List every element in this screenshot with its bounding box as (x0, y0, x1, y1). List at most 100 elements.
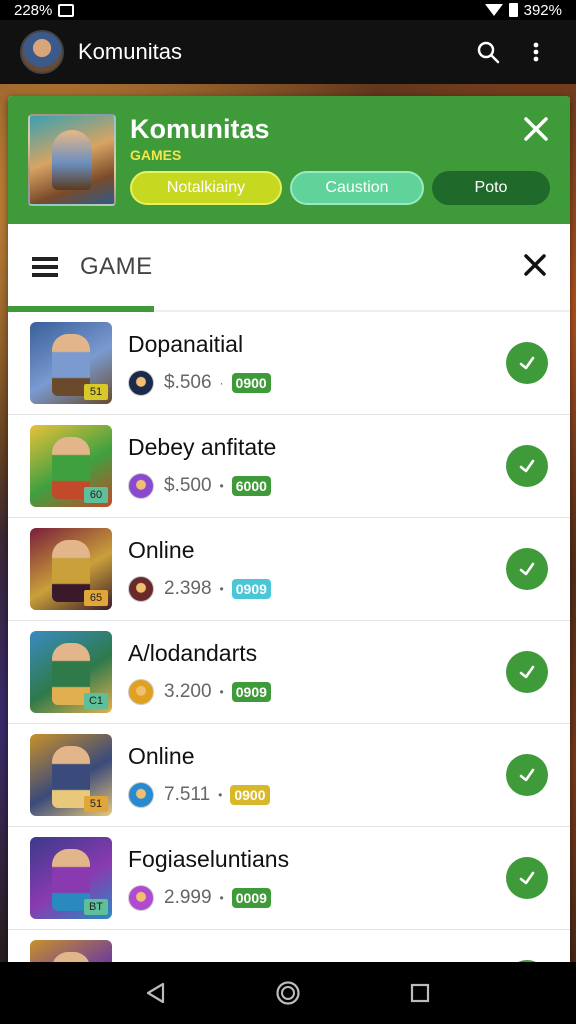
game-thumbnail: BT (30, 837, 112, 919)
meta-separator: • (219, 478, 224, 493)
game-thumbnail: 51 (30, 734, 112, 816)
meta-separator: • (219, 581, 224, 596)
game-price: 2.999 (164, 886, 212, 908)
game-meta: 2.398 • 0909 (128, 575, 506, 602)
recents-icon (410, 983, 430, 1003)
game-row[interactable]: BT Fogiaseluntians 2.999 • 0009 (8, 827, 570, 930)
game-level-badge: 51 (84, 384, 108, 400)
header-info: Komunitas GAMES Notalkiainy Caustion Pot… (130, 114, 550, 205)
home-button[interactable] (268, 973, 308, 1013)
game-info: A/lodandarts 3.200 • 0909 (128, 640, 506, 705)
battery-icon (508, 3, 518, 17)
publisher-avatar-icon (128, 369, 154, 396)
game-row[interactable]: 60 Debey anfitate $.500 • 6000 (8, 415, 570, 518)
game-thumbnail: 60 (30, 425, 112, 507)
game-row[interactable]: 65 Online 2.398 • 0909 (8, 518, 570, 621)
wifi-icon (484, 4, 503, 16)
check-icon (519, 768, 535, 782)
game-tag: 0909 (231, 578, 271, 599)
header-subtitle: GAMES (130, 147, 182, 163)
check-icon (519, 562, 535, 576)
game-meta: 2.999 • 0009 (128, 884, 506, 911)
community-card: Komunitas GAMES Notalkiainy Caustion Pot… (8, 96, 570, 976)
close-icon (524, 254, 546, 276)
game-price: 2.398 (164, 577, 212, 599)
game-tag: 0909 (231, 681, 271, 702)
game-title: Debey anfitate (128, 433, 277, 460)
game-price: 7.511 (164, 783, 211, 805)
battery-text: 392% (523, 1, 562, 19)
sub-close-button[interactable] (524, 250, 546, 284)
status-right: 392% (484, 1, 562, 19)
game-row[interactable]: 51 Online 7.511 • 0900 (8, 724, 570, 827)
game-price: 3.200 (164, 680, 212, 702)
game-list: 51 Dopanaitial $.506 · 0900 60 Debey anfitate $… (8, 312, 570, 976)
meta-separator: • (218, 787, 223, 802)
back-icon (146, 982, 165, 1004)
game-tag: 6000 (231, 475, 271, 496)
game-meta: $.506 · 0900 (128, 369, 506, 396)
select-game-button[interactable] (506, 754, 548, 796)
game-row[interactable]: 51 Dopanaitial $.506 · 0900 (8, 312, 570, 415)
meta-separator: · (219, 375, 224, 390)
game-meta: 7.511 • 0900 (128, 781, 506, 808)
game-title: A/lodandarts (128, 639, 258, 666)
more-button[interactable] (516, 32, 556, 72)
game-title: Dopanaitial (128, 330, 244, 357)
status-left: 228% (14, 1, 75, 19)
publisher-avatar-icon (128, 472, 154, 499)
game-info: Fogiaseluntians 2.999 • 0009 (128, 846, 506, 911)
game-info: Online 2.398 • 0909 (128, 537, 506, 602)
select-game-button[interactable] (506, 548, 548, 590)
game-thumbnail: 65 (30, 528, 112, 610)
check-icon (519, 871, 535, 885)
game-title: Fogiaseluntians (128, 845, 290, 872)
navigation-bar (0, 962, 576, 1024)
game-tag: 0900 (230, 784, 270, 805)
more-vert-icon (533, 42, 539, 62)
recents-button[interactable] (400, 973, 440, 1013)
avatar[interactable] (20, 30, 64, 74)
game-info: Online 7.511 • 0900 (128, 743, 506, 808)
game-row[interactable]: C1 A/lodandarts 3.200 • 0909 (8, 621, 570, 724)
game-level-badge: 51 (84, 796, 108, 812)
game-price: $.500 (164, 474, 212, 496)
publisher-avatar-icon (128, 678, 154, 705)
game-level-badge: BT (84, 899, 108, 915)
select-game-button[interactable] (506, 445, 548, 487)
header-title: Komunitas (130, 114, 270, 144)
filter-chips: Notalkiainy Caustion Poto (130, 171, 550, 205)
search-icon (477, 41, 500, 64)
notification-icon (58, 3, 75, 17)
app-title: Komunitas (78, 39, 182, 64)
app-bar: Komunitas (0, 20, 576, 84)
select-game-button[interactable] (506, 857, 548, 899)
chip-3[interactable]: Poto (432, 171, 550, 205)
sub-title: GAME (80, 253, 153, 280)
game-thumbnail: 51 (30, 322, 112, 404)
chip-1[interactable]: Notalkiainy (130, 171, 282, 205)
menu-icon[interactable] (32, 257, 58, 277)
game-info: Dopanaitial $.506 · 0900 (128, 331, 506, 396)
meta-separator: • (219, 684, 224, 699)
publisher-avatar-icon (128, 575, 154, 602)
game-level-badge: 65 (84, 590, 108, 606)
game-meta: 3.200 • 0909 (128, 678, 506, 705)
select-game-button[interactable] (506, 651, 548, 693)
game-info: Debey anfitate $.500 • 6000 (128, 434, 506, 499)
check-icon (519, 459, 535, 473)
game-title: Online (128, 742, 195, 769)
chip-2[interactable]: Caustion (290, 171, 424, 205)
close-icon (524, 117, 548, 141)
status-bar: 228% 392% (0, 0, 576, 20)
check-icon (519, 665, 535, 679)
select-game-button[interactable] (506, 342, 548, 384)
status-left-text: 228% (14, 1, 53, 19)
sub-bar: GAME (8, 224, 570, 312)
game-price: $.506 (164, 371, 212, 393)
header-close-button[interactable] (522, 116, 550, 144)
game-tag: 0900 (231, 372, 271, 393)
search-button[interactable] (468, 32, 508, 72)
game-level-badge: C1 (84, 693, 108, 709)
back-button[interactable] (136, 973, 176, 1013)
